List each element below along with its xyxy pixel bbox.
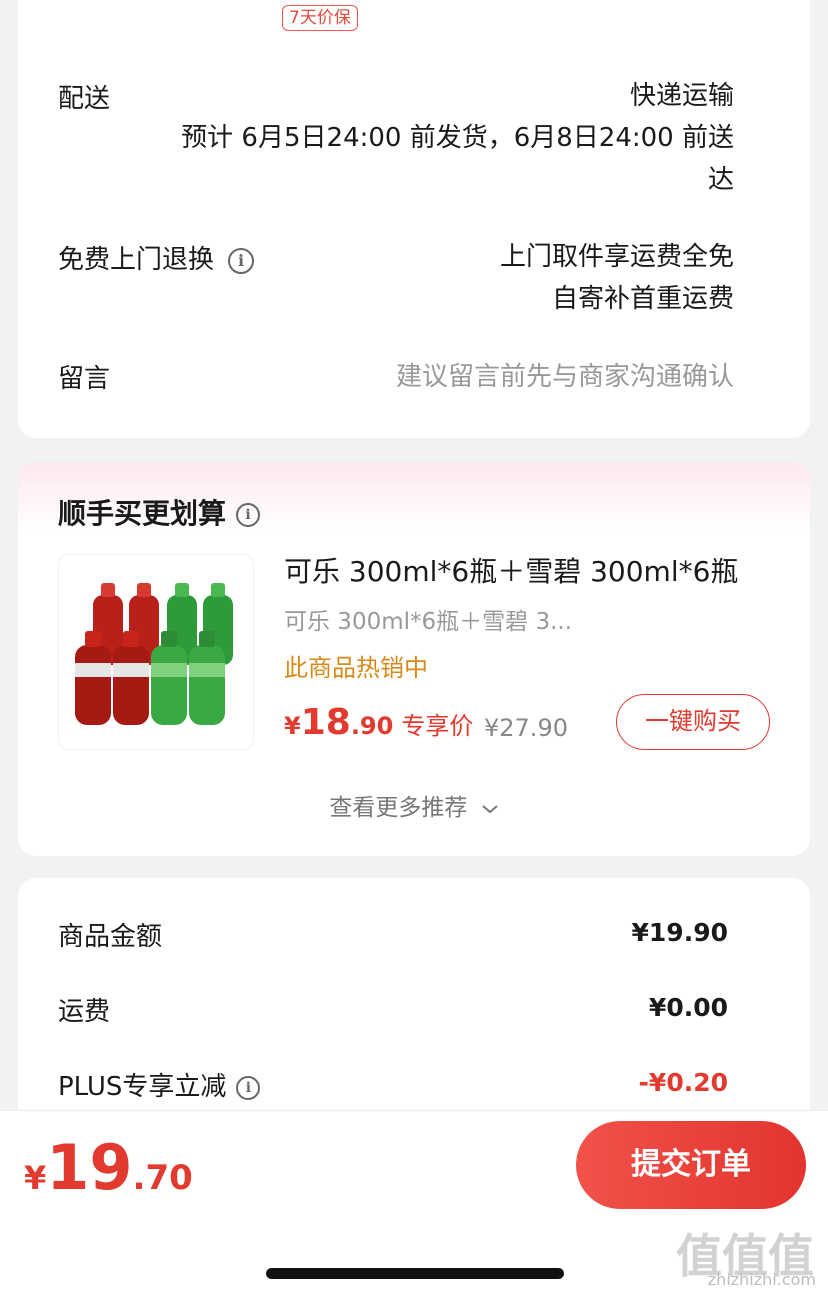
price-tag: 专享价 <box>401 712 474 740</box>
original-price: ¥27.90 <box>484 714 568 742</box>
shipping-estimate-line2: 达 <box>707 165 734 195</box>
shipping-method: 快递运输 <box>629 81 734 111</box>
product-price: ¥18.90 专享价 <box>284 702 473 743</box>
info-icon[interactable]: i <box>236 503 261 527</box>
shipping-info[interactable]: 快递运输 预计 6月5日24:00 前发货，6月8日24:00 前送 达 <box>181 75 734 201</box>
shipping-label: 配送 <box>58 84 111 114</box>
recommendation-card: 顺手买更划算 i 可乐 300ml*6瓶＋雪碧 300ml*6瓶 可乐 300m… <box>18 462 810 856</box>
total-decimal: .70 <box>132 1158 193 1198</box>
shipping-estimate-line1: 预计 6月5日24:00 前发货，6月8日24:00 前送 <box>181 123 734 153</box>
see-more-recommendations[interactable]: 查看更多推荐 <box>18 788 810 822</box>
checkout-bar: ¥19.70 提交订单 <box>0 1110 828 1220</box>
return-line1: 上门取件享运费全免 <box>499 242 734 272</box>
return-row-label: 免费上门退换 i <box>58 239 255 276</box>
price-protect-badge: 7天价保 <box>282 5 358 31</box>
watermark-url: zhizhizhi.com <box>707 1270 816 1289</box>
product-subtitle: 可乐 300ml*6瓶＋雪碧 3... <box>284 609 573 635</box>
submit-order-button[interactable]: 提交订单 <box>576 1121 806 1209</box>
plus-discount-label: PLUS专享立减 <box>58 1072 227 1102</box>
plus-discount-value: -¥0.20 <box>638 1068 728 1097</box>
soda-bottles-illustration <box>75 583 233 725</box>
message-input[interactable]: 建议留言前先与商家沟通确认 <box>396 356 734 398</box>
product-image[interactable] <box>58 554 254 750</box>
return-label: 免费上门退换 <box>58 245 215 275</box>
goods-amount-label: 商品金额 <box>58 922 163 952</box>
shipping-fee-value: ¥0.00 <box>648 993 728 1022</box>
see-more-label: 查看更多推荐 <box>329 795 468 821</box>
home-indicator-area: 值值值 zhizhizhi.com <box>0 1220 828 1296</box>
hot-sale-label: 此商品热销中 <box>284 654 428 682</box>
message-label: 留言 <box>58 364 111 394</box>
goods-amount-value: ¥19.90 <box>631 918 728 947</box>
chevron-down-icon <box>481 795 499 821</box>
product-title[interactable]: 可乐 300ml*6瓶＋雪碧 300ml*6瓶 <box>284 550 738 590</box>
price-integer: 18 <box>300 702 351 743</box>
recommendation-title: 顺手买更划算 <box>58 497 227 530</box>
price-symbol: ¥ <box>284 712 301 740</box>
total-price: ¥19.70 <box>24 1131 193 1204</box>
return-line2: 自寄补首重运费 <box>551 284 734 314</box>
recommendation-title-row: 顺手买更划算 i <box>58 492 261 532</box>
plus-discount-row-label: PLUS专享立减 i <box>58 1066 261 1103</box>
price-decimal: .90 <box>350 712 394 740</box>
delivery-card: 7天价保 配送 快递运输 预计 6月5日24:00 前发货，6月8日24:00 … <box>18 0 810 438</box>
total-integer: 19 <box>46 1131 133 1204</box>
total-symbol: ¥ <box>24 1159 47 1197</box>
home-indicator[interactable] <box>266 1268 564 1279</box>
return-info[interactable]: 上门取件享运费全免 自寄补首重运费 <box>500 236 734 320</box>
info-icon[interactable]: i <box>236 1075 261 1100</box>
shipping-fee-label: 运费 <box>58 997 111 1027</box>
one-click-buy-button[interactable]: 一键购买 <box>616 694 770 750</box>
info-icon[interactable]: i <box>228 247 255 274</box>
